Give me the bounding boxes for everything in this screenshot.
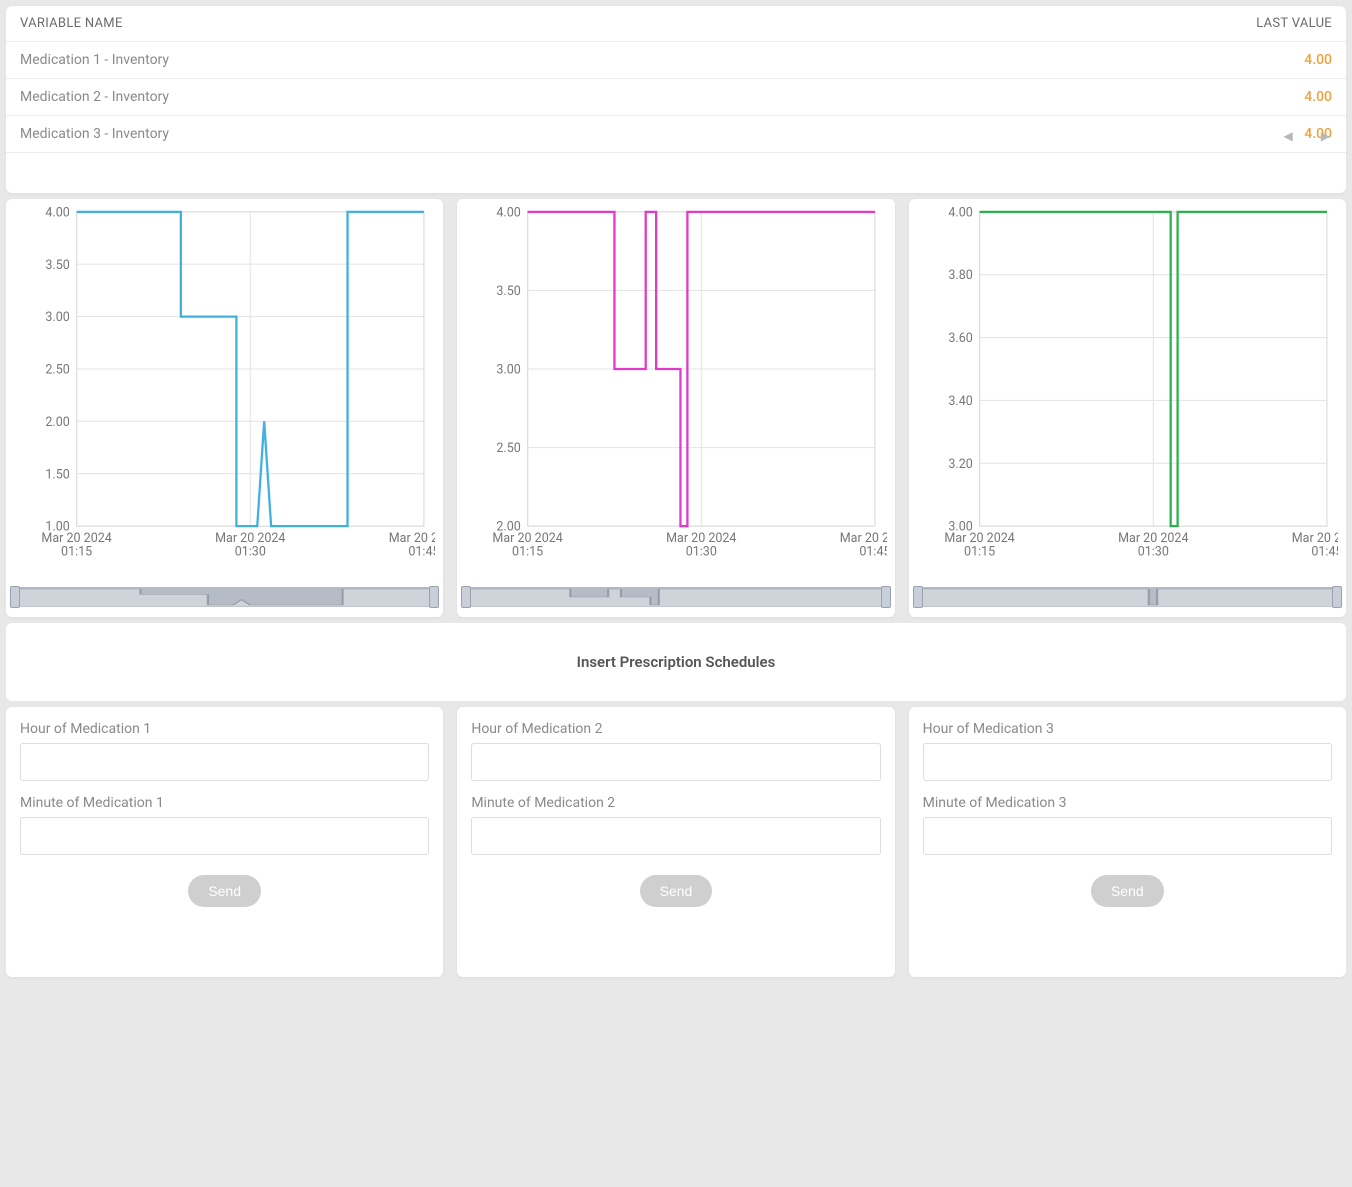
send-button-3[interactable]: Send [1091, 875, 1164, 907]
svg-text:1.50: 1.50 [45, 467, 69, 482]
brush-handle-left[interactable] [913, 586, 923, 608]
chart-2[interactable]: 2.002.503.003.504.00Mar 20 202401:15Mar … [465, 205, 886, 569]
brush-handle-left[interactable] [461, 586, 471, 608]
svg-text:3.00: 3.00 [497, 363, 521, 378]
forms-row: Hour of Medication 1 Minute of Medicatio… [6, 707, 1346, 977]
minute-label: Minute of Medication 2 [471, 795, 880, 811]
minute-label: Minute of Medication 3 [923, 795, 1332, 811]
row-value: 4.00 [851, 116, 1346, 153]
brush-handle-right[interactable] [1332, 586, 1342, 608]
chart-3[interactable]: 3.003.203.403.603.804.00Mar 20 202401:15… [917, 205, 1338, 569]
section-title-card: Insert Prescription Schedules [6, 623, 1346, 701]
chart-card-1: 1.001.502.002.503.003.504.00Mar 20 20240… [6, 199, 443, 617]
svg-text:3.40: 3.40 [948, 394, 972, 409]
brush-handle-right[interactable] [881, 586, 891, 608]
section-title: Insert Prescription Schedules [577, 653, 776, 671]
brush-mini-1 [14, 587, 435, 607]
inventory-table-card: VARIABLE NAME LAST VALUE Medication 1 - … [6, 6, 1346, 193]
chart-card-2: 2.002.503.003.504.00Mar 20 202401:15Mar … [457, 199, 894, 617]
form-card-2: Hour of Medication 2 Minute of Medicatio… [457, 707, 894, 977]
table-row[interactable]: Medication 2 - Inventory 4.00 [6, 79, 1346, 116]
svg-text:01:30: 01:30 [235, 545, 266, 560]
pager-prev-icon[interactable]: ◀ [1284, 129, 1293, 143]
minute-label: Minute of Medication 1 [20, 795, 429, 811]
table-row[interactable]: Medication 1 - Inventory 4.00 [6, 42, 1346, 79]
col-header-name: VARIABLE NAME [6, 6, 851, 42]
svg-text:4.00: 4.00 [497, 205, 521, 220]
chart-brush-1[interactable] [14, 587, 435, 607]
minute-input-1[interactable] [20, 817, 429, 855]
svg-text:2.50: 2.50 [45, 363, 69, 378]
form-card-3: Hour of Medication 3 Minute of Medicatio… [909, 707, 1346, 977]
svg-text:01:45: 01:45 [408, 545, 435, 560]
svg-text:01:15: 01:15 [512, 545, 543, 560]
svg-text:01:15: 01:15 [964, 545, 995, 560]
form-card-1: Hour of Medication 1 Minute of Medicatio… [6, 707, 443, 977]
hour-label: Hour of Medication 2 [471, 721, 880, 737]
brush-mini-2 [465, 587, 886, 607]
table-row[interactable]: Medication 3 - Inventory 4.00 [6, 116, 1346, 153]
svg-text:3.60: 3.60 [948, 331, 972, 346]
chart-1[interactable]: 1.001.502.002.503.003.504.00Mar 20 20240… [14, 205, 435, 569]
svg-text:01:45: 01:45 [860, 545, 887, 560]
hour-label: Hour of Medication 3 [923, 721, 1332, 737]
svg-text:01:15: 01:15 [61, 545, 92, 560]
brush-handle-right[interactable] [429, 586, 439, 608]
row-name: Medication 2 - Inventory [6, 79, 851, 116]
svg-text:2.00: 2.00 [45, 415, 69, 430]
svg-text:01:45: 01:45 [1311, 545, 1338, 560]
svg-text:01:30: 01:30 [1137, 545, 1168, 560]
svg-text:3.50: 3.50 [497, 284, 521, 299]
send-button-2[interactable]: Send [640, 875, 713, 907]
col-header-last: LAST VALUE [851, 6, 1346, 42]
minute-input-3[interactable] [923, 817, 1332, 855]
hour-input-2[interactable] [471, 743, 880, 781]
svg-text:01:30: 01:30 [686, 545, 717, 560]
pager-next-icon[interactable]: ▶ [1321, 129, 1330, 143]
row-value: 4.00 [851, 42, 1346, 79]
table-pager: ◀ ▶ [1284, 129, 1330, 143]
brush-mini-3 [917, 587, 1338, 607]
charts-row: 1.001.502.002.503.003.504.00Mar 20 20240… [6, 199, 1346, 617]
hour-input-3[interactable] [923, 743, 1332, 781]
row-name: Medication 3 - Inventory [6, 116, 851, 153]
svg-text:3.80: 3.80 [948, 268, 972, 283]
row-value: 4.00 [851, 79, 1346, 116]
inventory-table: VARIABLE NAME LAST VALUE Medication 1 - … [6, 6, 1346, 153]
hour-input-1[interactable] [20, 743, 429, 781]
svg-text:4.00: 4.00 [948, 205, 972, 220]
svg-text:4.00: 4.00 [45, 205, 69, 220]
minute-input-2[interactable] [471, 817, 880, 855]
svg-text:3.20: 3.20 [948, 457, 972, 472]
chart-brush-3[interactable] [917, 587, 1338, 607]
chart-card-3: 3.003.203.403.603.804.00Mar 20 202401:15… [909, 199, 1346, 617]
row-name: Medication 1 - Inventory [6, 42, 851, 79]
svg-text:2.50: 2.50 [497, 441, 521, 456]
svg-text:3.50: 3.50 [45, 258, 69, 273]
chart-brush-2[interactable] [465, 587, 886, 607]
hour-label: Hour of Medication 1 [20, 721, 429, 737]
svg-text:3.00: 3.00 [45, 310, 69, 325]
send-button-1[interactable]: Send [188, 875, 261, 907]
brush-handle-left[interactable] [10, 586, 20, 608]
